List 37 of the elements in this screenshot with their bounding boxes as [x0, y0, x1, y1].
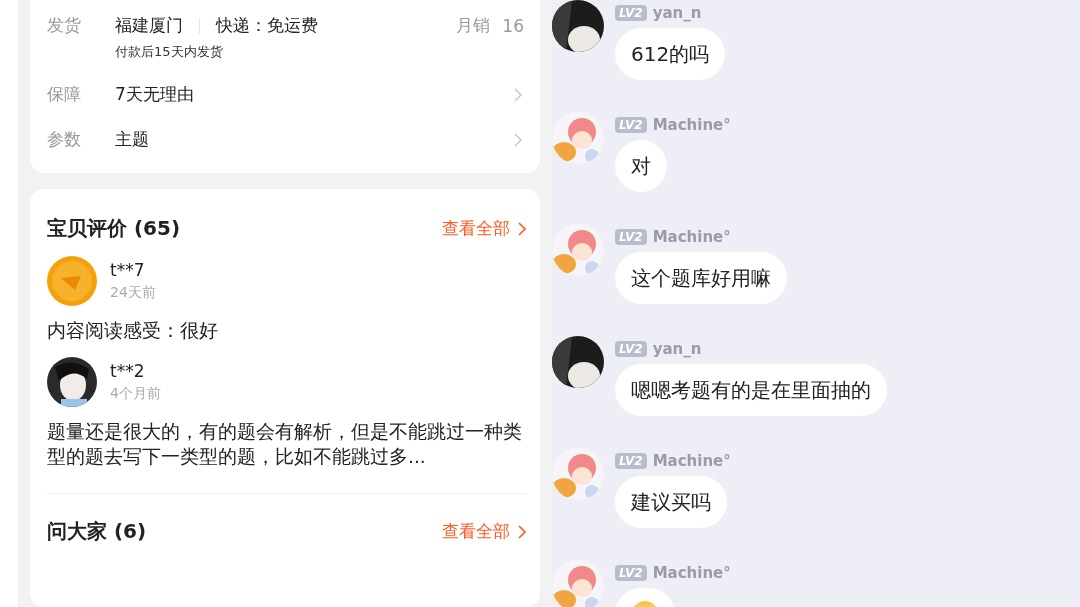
- reviewer-name: t**7: [110, 260, 146, 280]
- row-label: 发货: [47, 14, 82, 37]
- message-bubble: 对: [615, 140, 667, 192]
- review-text: 题量还是很大的，有的题会有解析，但是不能跳过一种类型的题去写下一类型的题，比如不能跳过多...: [47, 420, 523, 469]
- review-time: 24天前: [110, 284, 156, 302]
- review-time: 4个月前: [110, 385, 161, 403]
- delivery-info: 快递：免运费: [216, 14, 318, 37]
- section-title: 宝贝评价 (65): [47, 215, 181, 242]
- shipping-note: 付款后15天内发货: [115, 43, 224, 61]
- chevron-icon: [518, 524, 526, 539]
- user-name: yan_n: [652, 4, 702, 22]
- chevron-icon: [518, 221, 526, 236]
- info-row[interactable]: 保障 7天无理由: [47, 83, 524, 106]
- user-name: Machine°: [652, 452, 731, 470]
- sales-label: 月销: [456, 14, 491, 37]
- level-badge: LV2: [615, 117, 647, 133]
- ship-origin: 福建厦门: [115, 14, 183, 37]
- user-name: yan_n: [652, 340, 702, 358]
- section-title: 问大家 (6): [47, 518, 147, 545]
- level-badge: LV2: [615, 229, 647, 245]
- info-row[interactable]: 参数 主题: [47, 128, 524, 151]
- sales-count: 16: [502, 15, 524, 36]
- message-bubble: 612的吗: [615, 28, 726, 80]
- message-bubble: 嗯嗯考题有的是在里面抽的: [615, 364, 887, 416]
- review-text: 内容阅读感受：很好: [47, 319, 219, 343]
- level-badge: LV2: [615, 565, 647, 581]
- user-name: Machine°: [652, 228, 731, 246]
- chevron-icon: [514, 87, 522, 102]
- user-name: Machine°: [652, 116, 731, 134]
- level-badge: LV2: [615, 5, 647, 21]
- reviewer-name: t**2: [110, 361, 146, 381]
- message-bubble: 建议买吗: [615, 476, 727, 528]
- level-badge: LV2: [615, 453, 647, 469]
- message-bubble: 这个题库好用嘛: [615, 252, 787, 304]
- user-name: Machine°: [652, 564, 731, 582]
- level-badge: LV2: [615, 341, 647, 357]
- chevron-icon: [514, 132, 522, 147]
